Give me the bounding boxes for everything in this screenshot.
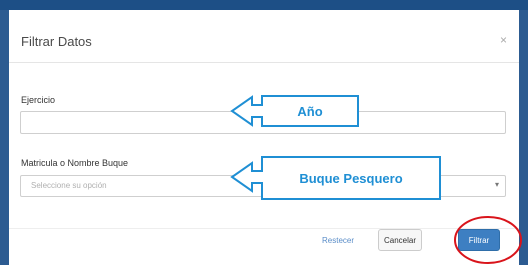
- close-icon[interactable]: ×: [500, 33, 507, 47]
- footer-divider: [9, 228, 519, 229]
- dialog-title: Filtrar Datos: [21, 34, 92, 49]
- header-divider: [9, 62, 519, 63]
- filter-button[interactable]: Filtrar: [458, 229, 500, 251]
- reset-button[interactable]: Restecer: [322, 236, 354, 245]
- background-app-header: [0, 0, 528, 10]
- cancel-button[interactable]: Cancelar: [378, 229, 422, 251]
- callout-buque-text: Buque Pesquero: [299, 170, 403, 186]
- chevron-down-icon: ▾: [494, 180, 499, 189]
- background-right-edge: [519, 10, 528, 265]
- matricula-label: Matricula o Nombre Buque: [21, 158, 129, 168]
- background-left-edge: [0, 10, 9, 265]
- filter-dialog: Filtrar Datos × Ejercicio Matricula o No…: [9, 10, 519, 265]
- matricula-placeholder: Seleccione su opción: [31, 181, 107, 190]
- callout-anio-text: Año: [297, 103, 323, 119]
- ejercicio-label: Ejercicio: [21, 95, 56, 105]
